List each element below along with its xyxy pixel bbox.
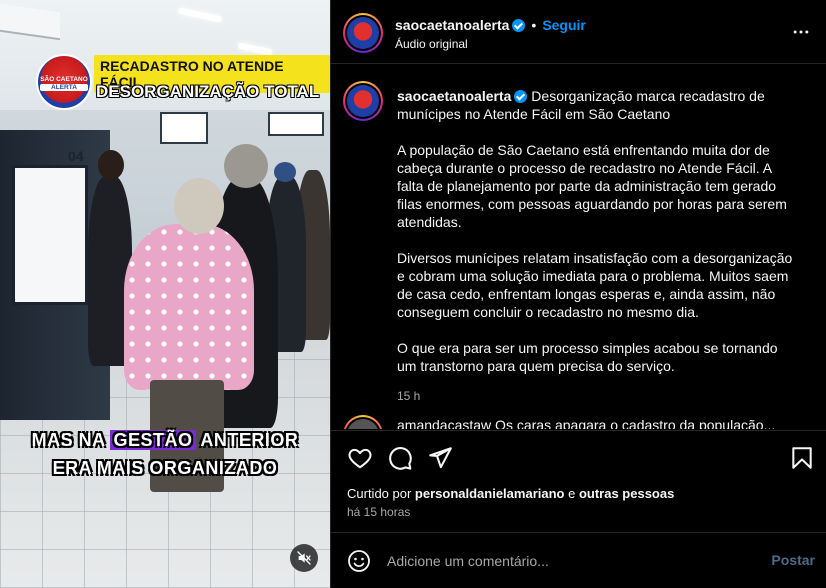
likes-joiner: e [564, 486, 579, 501]
avatar-frame [345, 15, 381, 51]
caption-paragraph: O que era para ser um processo simples a… [397, 340, 778, 374]
mute-button[interactable] [290, 544, 318, 572]
caption-text: MAS NA [31, 430, 111, 450]
caption-headline: saocaetanoalerta Desorganização marca re… [397, 87, 797, 123]
audio-label[interactable]: Áudio original [395, 37, 468, 51]
speaker-muted-icon [297, 551, 311, 565]
counter-panel [12, 165, 88, 305]
post-timestamp[interactable]: há 15 horas [347, 505, 410, 519]
video-caption-line-1: MAS NA GESTÃO ANTERIOR [0, 430, 330, 451]
heart-icon[interactable] [347, 445, 373, 471]
sao-caetano-alerta-logo: SÃO CAETANO ALERTA [36, 54, 92, 110]
likes-prefix: Curtido por [347, 486, 415, 501]
caption-time[interactable]: 15 h [397, 387, 797, 405]
header-user-line: saocaetanoalerta • Seguir [395, 17, 586, 35]
banner-subtitle: DESORGANIZAÇÃO TOTAL [96, 82, 320, 101]
post-header: saocaetanoalerta • Seguir Áudio original [331, 0, 826, 64]
comments-scroll-area[interactable]: saocaetanoalerta Desorganização marca re… [331, 65, 826, 429]
caption-paragraph: A população de São Caetano está enfrenta… [397, 142, 787, 230]
person-head [274, 162, 296, 182]
logo-text: ALERTA [40, 84, 88, 92]
comment-composer: Postar [331, 532, 826, 588]
verified-badge-icon [512, 19, 526, 32]
separator: • [531, 17, 537, 33]
person-pink-sweater [124, 224, 254, 390]
video-caption-line-2: ERA MAIS ORGANIZADO [52, 458, 278, 478]
more-options-icon[interactable] [791, 22, 811, 42]
bookmark-icon[interactable] [789, 445, 815, 471]
caption-paragraph: Diversos munícipes relatam insatisfação … [397, 250, 793, 320]
verified-badge-icon [514, 90, 528, 103]
liked-by-user[interactable]: personaldanielamariano [415, 486, 565, 501]
avatar[interactable] [343, 13, 383, 53]
emoji-icon[interactable] [347, 549, 371, 573]
post-comment-button[interactable]: Postar [771, 552, 815, 568]
person-head [98, 150, 124, 180]
post-panel: saocaetanoalerta • Seguir Áudio original s… [330, 0, 826, 588]
wall-sign [160, 112, 208, 144]
comment-text: amandacastaw Os caras apagara o cadastro… [397, 417, 776, 429]
comment-input[interactable] [387, 549, 747, 573]
logo-text: SÃO CAETANO [40, 76, 88, 83]
caption-username[interactable]: saocaetanoalerta [397, 88, 511, 104]
avatar-image [347, 419, 379, 429]
person-head [174, 178, 224, 234]
commenter-avatar[interactable] [343, 415, 383, 429]
comment-icon[interactable] [387, 445, 413, 471]
caption-avatar[interactable] [343, 81, 383, 121]
post-caption: saocaetanoalerta Desorganização marca re… [397, 87, 797, 405]
wall-sign [268, 112, 324, 136]
caption-text: ANTERIOR [195, 430, 299, 450]
avatar-image [347, 85, 379, 117]
person-head [224, 144, 268, 188]
likes-summary: Curtido por personaldanielamariano e out… [347, 486, 674, 501]
counter-number: 04 [68, 148, 84, 164]
avatar-frame [345, 83, 381, 119]
follow-button[interactable]: Seguir [542, 17, 586, 33]
avatar-frame [345, 417, 381, 429]
share-icon[interactable] [427, 445, 453, 471]
liked-by-others[interactable]: outras pessoas [579, 486, 674, 501]
action-bar [331, 430, 826, 480]
reel-video[interactable]: 04 SÃO CAETANO ALERTA RECADASTRO NO ATEN… [0, 0, 330, 588]
avatar-image [347, 17, 379, 49]
caption-highlight: GESTÃO [110, 430, 196, 450]
header-username[interactable]: saocaetanoalerta [395, 17, 509, 33]
